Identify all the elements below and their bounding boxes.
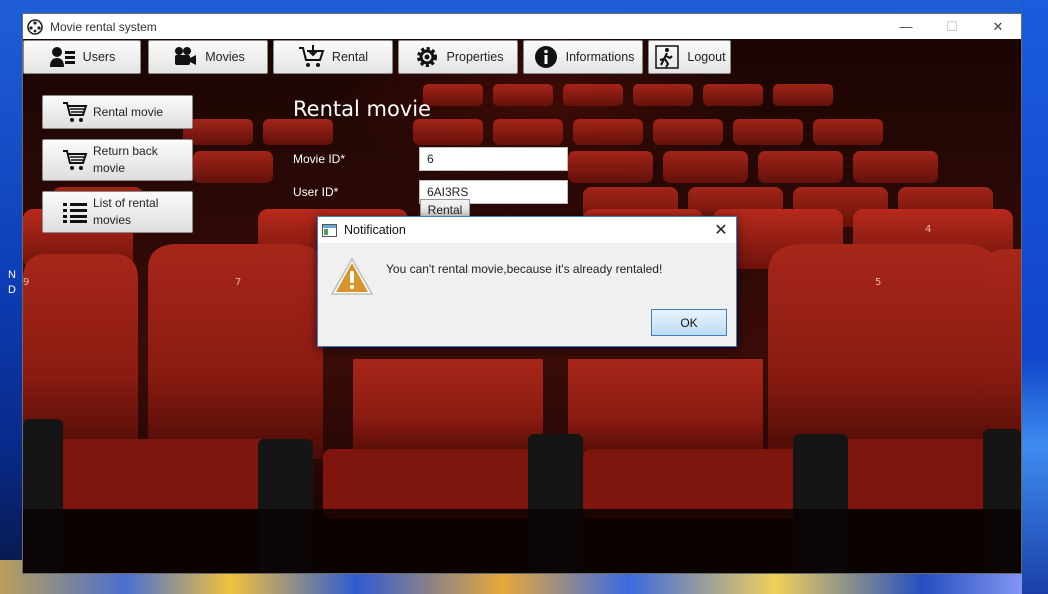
svg-text:9: 9: [23, 277, 29, 288]
close-window-button[interactable]: ✕: [975, 14, 1021, 39]
rental-tab-button[interactable]: Rental: [273, 40, 393, 74]
dialog-close-button[interactable]: ✕: [706, 217, 736, 243]
list-of-rental-movies-button[interactable]: List of rental movies: [42, 191, 193, 233]
window-title: Movie rental system: [50, 19, 157, 34]
svg-text:5: 5: [875, 277, 881, 288]
rental-tab-label: Rental: [331, 50, 369, 64]
minimize-button[interactable]: —: [883, 14, 929, 39]
rental-movie-button[interactable]: Rental movie: [42, 95, 193, 129]
window-icon: [322, 223, 338, 237]
dialog-body: You can't rental movie,because it's alre…: [318, 243, 736, 346]
notification-dialog: Notification ✕ You can't rental movie,be…: [317, 216, 737, 347]
rental-movie-label: Rental movie: [93, 104, 164, 119]
svg-text:4: 4: [925, 224, 931, 235]
shopping-cart-icon: [61, 99, 89, 125]
exit-door-icon: [653, 44, 681, 70]
dialog-titlebar[interactable]: Notification ✕: [318, 217, 736, 243]
return-back-movie-button[interactable]: Return back movie: [42, 139, 193, 181]
desktop-wallpaper-right: [1022, 0, 1048, 594]
gear-icon: [413, 44, 441, 70]
properties-label: Properties: [446, 50, 504, 64]
users-icon: [49, 44, 77, 70]
ok-button[interactable]: OK: [651, 309, 727, 336]
list-of-rental-movies-label: List of rental movies: [93, 196, 159, 227]
properties-button[interactable]: Properties: [398, 40, 518, 74]
movie-id-input[interactable]: 6: [419, 147, 568, 171]
movies-button[interactable]: Movies: [148, 40, 268, 74]
dialog-title: Notification: [344, 223, 406, 237]
cart-download-icon: [298, 44, 326, 70]
logout-button[interactable]: Logout: [648, 40, 731, 74]
info-icon: [532, 44, 560, 70]
form-title: Rental movie: [293, 97, 431, 121]
movies-label: Movies: [205, 50, 245, 64]
users-label: Users: [82, 50, 116, 64]
video-camera-icon: [171, 44, 199, 70]
movie-id-label: Movie ID*: [293, 152, 346, 166]
window-controls: — ☐ ✕: [883, 14, 1021, 39]
informations-label: Informations: [565, 50, 635, 64]
window-titlebar[interactable]: Movie rental system — ☐ ✕: [23, 14, 1021, 39]
informations-button[interactable]: Informations: [523, 40, 643, 74]
warning-icon: [331, 258, 373, 295]
user-id-label: User ID*: [293, 185, 339, 199]
users-button[interactable]: Users: [23, 40, 141, 74]
return-back-movie-label: Return back movie: [93, 144, 158, 175]
shopping-cart-icon: [61, 147, 89, 173]
maximize-button[interactable]: ☐: [929, 14, 975, 39]
film-reel-icon: [26, 18, 44, 36]
dialog-message: You can't rental movie,because it's alre…: [386, 262, 663, 276]
logout-label: Logout: [687, 50, 726, 64]
list-icon: [61, 199, 89, 225]
svg-text:7: 7: [235, 277, 241, 288]
